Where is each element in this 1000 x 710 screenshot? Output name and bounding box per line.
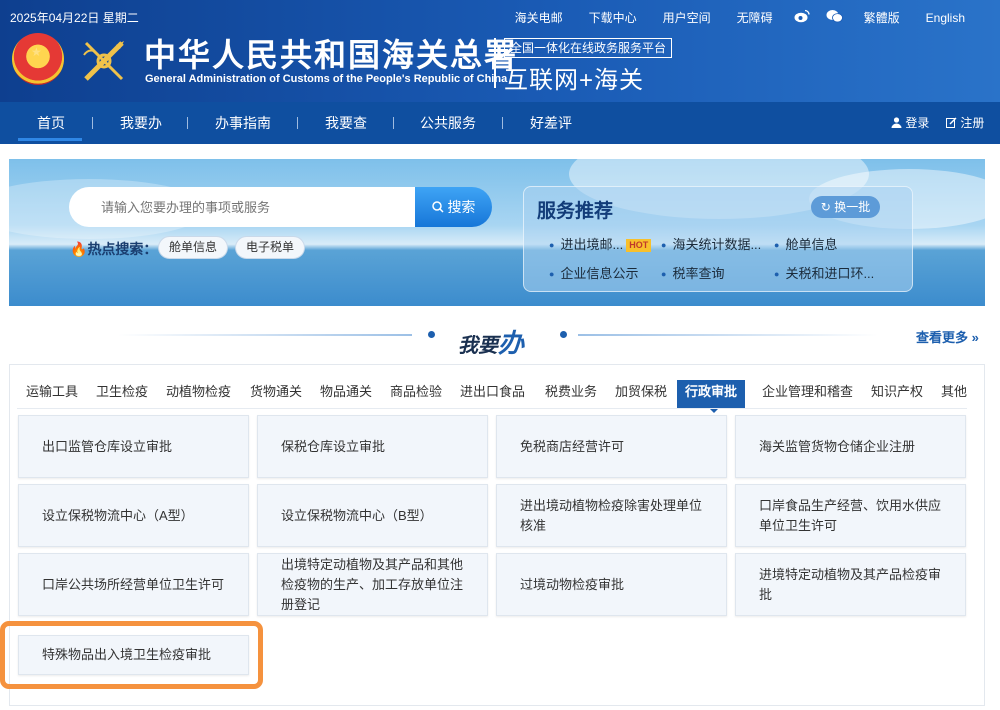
- service-recommend-title: 服务推荐: [537, 201, 614, 222]
- header-divider: [494, 38, 496, 88]
- platform-label: 全国一体化在线政务服务平台: [504, 38, 672, 58]
- tab-plant-animal-quarantine[interactable]: 动植物检疫: [166, 380, 231, 408]
- national-emblem-icon: ★: [12, 33, 64, 85]
- service-card[interactable]: 口岸食品生产经营、饮用水供应单位卫生许可: [735, 484, 966, 547]
- register-label: 注册: [960, 116, 985, 130]
- wechat-icon[interactable]: [818, 9, 851, 26]
- tab-enterprise-management[interactable]: 企业管理和稽查: [762, 380, 853, 408]
- section-line-left: [118, 334, 412, 336]
- service-card[interactable]: 出境特定动植物及其产品和其他检疫物的生产、加工存放单位注册登记: [257, 553, 488, 616]
- edit-icon: [946, 117, 957, 128]
- service-card[interactable]: 保税仓库设立审批: [257, 415, 488, 478]
- hot-tag-manifest[interactable]: 舱单信息: [158, 236, 229, 259]
- link-customs-email[interactable]: 海关电邮: [502, 9, 576, 26]
- link-traditional[interactable]: 繁體版: [851, 9, 913, 26]
- nav-active-indicator: [18, 138, 82, 141]
- nav-query[interactable]: 我要查: [325, 102, 367, 144]
- service-card[interactable]: 设立保税物流中心（A型）: [18, 484, 249, 547]
- service-card[interactable]: 口岸公共场所经营单位卫生许可: [18, 553, 249, 616]
- tab-other[interactable]: 其他: [941, 380, 967, 408]
- nav-divider: [187, 117, 188, 129]
- link-user-space[interactable]: 用户空间: [650, 9, 724, 26]
- site-title-english: General Administration of Customs of the…: [145, 73, 508, 85]
- service-item[interactable]: 企业信息公示: [549, 263, 638, 282]
- service-card[interactable]: 出口监管仓库设立审批: [18, 415, 249, 478]
- search-icon: [431, 201, 444, 213]
- site-title: 中华人民共和国海关总署: [144, 36, 519, 74]
- service-item[interactable]: 关税和进口环...: [774, 263, 874, 282]
- section-dot: [428, 331, 435, 338]
- site-header: 2025年04月22日 星期二 海关电邮 下载中心 用户空间 无障碍 繁體版 E…: [0, 0, 1000, 102]
- nav-divider: [92, 117, 93, 129]
- link-accessibility[interactable]: 无障碍: [724, 9, 786, 26]
- platform-title: 互联网+海关: [504, 67, 645, 94]
- nav-public-service[interactable]: 公共服务: [420, 102, 476, 144]
- search-box: [69, 187, 415, 227]
- date-text: 2025年04月22日 星期二: [10, 11, 139, 25]
- hot-badge: HOT: [626, 239, 652, 253]
- hot-search-label: 🔥热点搜索：: [70, 241, 158, 257]
- nav-evaluation[interactable]: 好差评: [530, 102, 572, 144]
- tab-administrative-approval[interactable]: 行政审批: [677, 380, 746, 408]
- weibo-icon[interactable]: [786, 9, 818, 26]
- tab-import-export-food[interactable]: 进出口食品: [460, 380, 525, 408]
- tab-articles-clearance[interactable]: 物品通关: [320, 380, 372, 408]
- link-english[interactable]: English: [913, 11, 978, 25]
- service-item[interactable]: 进出境邮...HOT: [549, 234, 652, 253]
- search-input[interactable]: [101, 187, 401, 227]
- service-card[interactable]: 设立保税物流中心（B型）: [257, 484, 488, 547]
- tab-bonded-processing[interactable]: 加贸保税: [615, 380, 667, 408]
- service-card[interactable]: 免税商店经营许可: [496, 415, 727, 478]
- section-title: 我要办: [458, 328, 525, 358]
- customs-logo-icon: [83, 41, 124, 81]
- refresh-batch-button[interactable]: ↻ 换一批: [811, 196, 880, 218]
- search-button-label: 搜索: [447, 199, 476, 215]
- service-card[interactable]: 进境特定动植物及其产品检疫审批: [735, 553, 966, 616]
- highlight-box: [0, 621, 263, 689]
- tab-tax-business[interactable]: 税费业务: [545, 380, 597, 408]
- nav-i-want-to-do[interactable]: 我要办: [120, 102, 162, 144]
- flame-icon: 🔥: [70, 241, 88, 257]
- top-links: 海关电邮 下载中心 用户空间 无障碍 繁體版 English: [502, 9, 978, 26]
- tab-goods-clearance[interactable]: 货物通关: [250, 380, 302, 408]
- main-nav: 首页 我要办 办事指南 我要查 公共服务 好差评 登录 注册: [0, 102, 1000, 144]
- nav-divider: [393, 117, 394, 129]
- service-card[interactable]: 过境动物检疫审批: [496, 553, 727, 616]
- login-label: 登录: [905, 116, 930, 130]
- service-card[interactable]: 海关监管货物仓储企业注册: [735, 415, 966, 478]
- service-item[interactable]: 舱单信息: [774, 234, 837, 253]
- service-card[interactable]: 进出境动植物检疫除害处理单位核准: [496, 484, 727, 547]
- link-download-center[interactable]: 下载中心: [576, 9, 650, 26]
- login-link[interactable]: 登录: [891, 102, 929, 144]
- tab-divider: [17, 408, 967, 409]
- tab-intellectual-property[interactable]: 知识产权: [871, 380, 923, 408]
- refresh-icon: ↻: [820, 200, 835, 214]
- tab-commodity-inspection[interactable]: 商品检验: [390, 380, 442, 408]
- user-icon: [891, 117, 902, 128]
- service-item[interactable]: 海关统计数据...: [661, 234, 761, 253]
- nav-guide[interactable]: 办事指南: [215, 102, 271, 144]
- tab-transport[interactable]: 运输工具: [26, 380, 78, 408]
- hot-tag-tax-bill[interactable]: 电子税单: [235, 236, 306, 259]
- nav-divider: [297, 117, 298, 129]
- service-item[interactable]: 税率查询: [661, 263, 724, 282]
- see-more-link[interactable]: 查看更多 »: [916, 327, 979, 346]
- nav-divider: [502, 117, 503, 129]
- section-line-right: [578, 334, 878, 336]
- search-button[interactable]: 搜索: [415, 187, 492, 227]
- section-dot: [560, 331, 567, 338]
- register-link[interactable]: 注册: [946, 102, 984, 144]
- tab-health-quarantine[interactable]: 卫生检疫: [96, 380, 148, 408]
